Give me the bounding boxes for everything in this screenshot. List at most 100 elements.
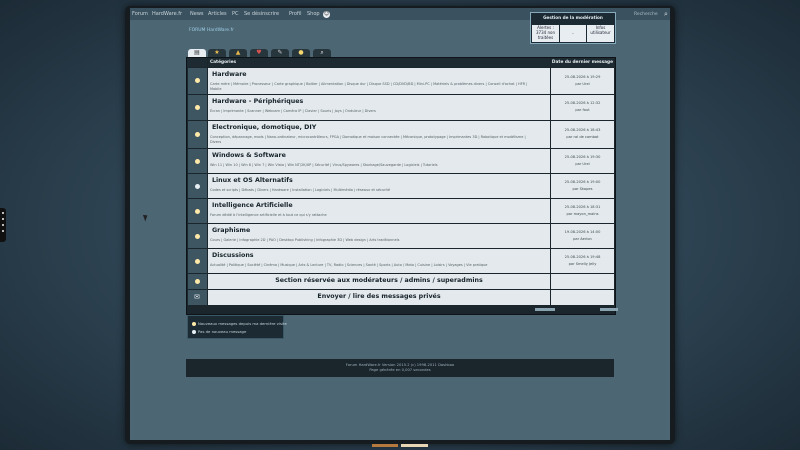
legend-no-new-messages: Pas de nouveau message xyxy=(192,329,246,334)
nav-pc-link[interactable]: PC xyxy=(232,11,239,17)
last-message-author[interactable]: par Smelly Jelly xyxy=(551,262,614,266)
last-message-author[interactable]: par mayon_mains xyxy=(551,212,614,216)
forum-title-link[interactable]: Electronique, domotique, DIY xyxy=(212,124,316,131)
nav-search-link[interactable]: Recherche xyxy=(634,12,658,17)
moderation-section-link[interactable]: Section réservée aux modérateurs / admin… xyxy=(208,277,550,284)
last-message-date[interactable]: 25-08-2026 à 18:31 xyxy=(551,205,614,209)
forum-row-peripheriques: Hardware - Périphériques Écran | Imprima… xyxy=(187,95,615,120)
forum-subcategories[interactable]: Actualité | Politique | Société | Cinéma… xyxy=(210,263,487,268)
last-message-author[interactable]: par Urei xyxy=(551,82,614,86)
bottom-scroll-tab[interactable] xyxy=(372,444,398,447)
page-footer: Forum HardWare.fr Version 2015.2 (c) 199… xyxy=(186,359,614,377)
forum-row-private-messages: ✉ Envoyer / lire des messages privés xyxy=(187,290,615,305)
last-message-date[interactable]: 25-08-2026 à 19:00 xyxy=(551,180,614,184)
window-edge-handle[interactable] xyxy=(0,208,6,242)
last-message-author[interactable]: par Aerion xyxy=(551,237,614,241)
forum-stats: Nombre total de messages : Membres Enreg… xyxy=(480,306,618,311)
page-icon[interactable]: ▤ xyxy=(188,49,206,57)
last-message-cell: 25-08-2026 à 18:31 par mayon_mains xyxy=(551,199,614,223)
forum-subcategories[interactable]: Forum dédié à l'intelligence artificiell… xyxy=(210,213,327,218)
forum-main-cell: Linux et OS Alternatifs Codes et scripts… xyxy=(208,174,550,198)
last-message-date[interactable]: 25-08-2026 à 18:43 xyxy=(551,128,614,132)
wrench-icon[interactable]: ✎ xyxy=(271,49,289,57)
empty-cell xyxy=(551,290,614,305)
search-icon[interactable]: ⌕ xyxy=(664,10,668,19)
forum-subcategories[interactable]: Conception, dépannage, mods | Nano-ordin… xyxy=(210,135,526,140)
nav-hardware-link[interactable]: HardWare.fr xyxy=(152,11,182,17)
last-message-cell: 25-08-2026 à 19:30 par Urei xyxy=(551,149,614,173)
last-message-author[interactable]: par ral de combat xyxy=(551,135,614,139)
pin-icon[interactable]: ● xyxy=(292,49,310,57)
moderation-alerts-link[interactable]: Alertes : 3734 non traitées xyxy=(532,25,559,42)
forum-row-linux: Linux et OS Alternatifs Codes et scripts… xyxy=(187,174,615,198)
forum-status-cell xyxy=(188,68,207,94)
forum-status-cell xyxy=(188,174,207,198)
cat-icon[interactable]: ▲ xyxy=(229,49,247,57)
last-message-date[interactable]: 25-08-2026 à 19:48 xyxy=(551,255,614,259)
forum-subcategories[interactable]: Mobile xyxy=(210,87,221,92)
footer-version: Forum HardWare.fr Version 2015.2 (c) 199… xyxy=(345,363,455,367)
last-message-cell: 19-08-2026 à 14:00 par Aerion xyxy=(551,224,614,248)
moderation-title: Gestion de la modération xyxy=(543,15,603,20)
last-message-author[interactable]: par Skopes xyxy=(551,187,614,191)
forum-title-link[interactable]: Linux et OS Alternatifs xyxy=(212,177,293,184)
forum-subcategories[interactable]: Codes et scripts | Débats | Divers | Har… xyxy=(210,188,390,193)
bulb-icon xyxy=(195,279,200,284)
forum-subcategories[interactable]: Divers xyxy=(210,140,221,145)
forum-main-cell: Hardware Carte mère | Mémoire | Processe… xyxy=(208,68,550,94)
bulb-icon xyxy=(195,234,200,239)
last-message-date[interactable]: 25-08-2026 à 19:30 xyxy=(551,155,614,159)
moderation-user-info-link[interactable]: Infos utilisateur xyxy=(587,25,614,42)
forum-status-cell xyxy=(188,149,207,173)
nav-shop-link[interactable]: Shop xyxy=(307,11,320,17)
forum-status-cell xyxy=(188,274,207,289)
header-last-message: Date du dernier message xyxy=(551,58,614,67)
nav-profile-link[interactable]: Profil xyxy=(289,11,301,17)
forum-subcategories[interactable]: Écran | Imprimante | Scanner | Webcam | … xyxy=(210,109,376,114)
heart-icon[interactable]: ♥ xyxy=(250,49,268,57)
forum-row-graphisme: Graphisme Cours | Galerie | Infographie … xyxy=(187,224,615,248)
legend-box: Nouveaux messages depuis ma dernière vis… xyxy=(187,315,287,339)
forum-title-link[interactable]: Hardware xyxy=(212,71,247,78)
nav-forum-link[interactable]: Forum xyxy=(132,11,148,17)
nav-logout-link[interactable]: Se désinscrire xyxy=(244,11,279,17)
envelope-icon: ✉ xyxy=(194,293,200,301)
forum-title-link[interactable]: Graphisme xyxy=(212,227,250,234)
forum-main-cell: Electronique, domotique, DIY Conception,… xyxy=(208,121,550,148)
footer-generation-time: Page générée en 0,007 secondes xyxy=(369,368,431,372)
last-message-cell: 25-08-2026 à 12:32 par fout xyxy=(551,95,614,120)
forum-row-hardware: Hardware Carte mère | Mémoire | Processe… xyxy=(187,68,615,94)
bottom-scroll-tab[interactable] xyxy=(401,444,428,447)
last-message-author[interactable]: par Urei xyxy=(551,162,614,166)
forum-row-electronique: Electronique, domotique, DIY Conception,… xyxy=(187,121,615,148)
forum-main-cell: Windows & Software Win 11 | Win 10 | Win… xyxy=(208,149,550,173)
forum-title-link[interactable]: Intelligence Artificielle xyxy=(212,202,293,209)
forum-title-link[interactable]: Windows & Software xyxy=(212,152,286,159)
forum-main-cell: Discussions Actualité | Politique | Soci… xyxy=(208,249,550,273)
forum-subcategories[interactable]: Carte mère | Mémoire | Processeur | Cart… xyxy=(210,82,527,87)
forum-main-cell: Section réservée aux modérateurs / admin… xyxy=(208,274,550,289)
private-messages-link[interactable]: Envoyer / lire des messages privés xyxy=(208,293,550,300)
last-message-date[interactable]: 25-08-2026 à 19:29 xyxy=(551,75,614,79)
last-message-cell: 25-08-2026 à 19:48 par Smelly Jelly xyxy=(551,249,614,273)
last-message-author[interactable]: par fout xyxy=(551,108,614,112)
empty-cell xyxy=(551,274,614,289)
breadcrumb[interactable]: FORUM HardWare.fr xyxy=(189,28,234,33)
legend-new-messages: Nouveaux messages depuis ma dernière vis… xyxy=(192,321,287,326)
bulb-icon xyxy=(195,78,200,83)
forum-status-cell xyxy=(188,121,207,148)
user-avatar-icon[interactable]: ☺ xyxy=(323,11,330,18)
forum-subcategories[interactable]: Win 11 | Win 10 | Win 8 | Win 7 | Win Vi… xyxy=(210,163,438,168)
forum-main-cell: Intelligence Artificielle Forum dédié à … xyxy=(208,199,550,223)
forum-subcategories[interactable]: Cours | Galerie | Infographie 2D | PAO |… xyxy=(210,238,399,243)
star-icon[interactable]: ★ xyxy=(208,49,226,57)
last-message-date[interactable]: 25-08-2026 à 12:32 xyxy=(551,101,614,105)
total-messages-label: Nombre total de messages : xyxy=(480,306,534,311)
forum-title-link[interactable]: Discussions xyxy=(212,252,254,259)
forum-title-link[interactable]: Hardware - Périphériques xyxy=(212,98,303,105)
nav-articles-link[interactable]: Articles xyxy=(208,11,227,17)
last-message-date[interactable]: 19-08-2026 à 14:00 xyxy=(551,230,614,234)
bulb-icon xyxy=(195,132,200,137)
nav-news-link[interactable]: News xyxy=(190,11,204,17)
search-icon[interactable]: ⌕ xyxy=(313,49,331,57)
